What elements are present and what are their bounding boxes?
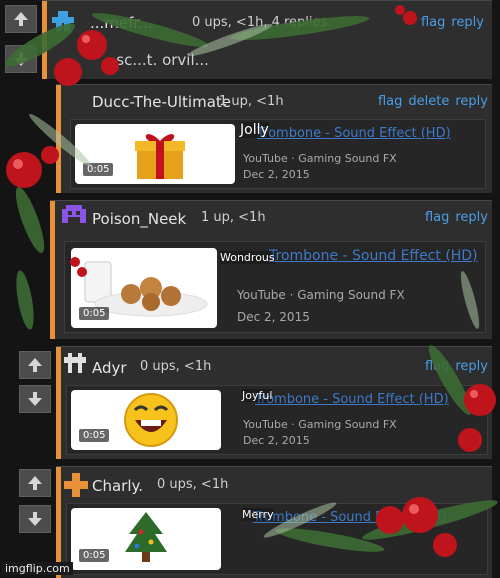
comment-meta: 1 up, <1h <box>219 94 284 109</box>
downvote-button[interactable] <box>19 505 51 533</box>
comment-text: ...sc...t. orvil... <box>102 51 209 69</box>
downvote-arrow-icon <box>28 512 42 526</box>
comment-card: Charly. 0 ups, <1h 0:05 Trombone - Sound… <box>56 466 492 578</box>
comment-card: Adyr 0 ups, <1h flag reply 0:05 Trombone … <box>56 346 492 459</box>
video-thumbnail[interactable]: 0:05 <box>71 508 221 570</box>
comment-card: Poison_Neek 1 up, <1h flag reply 0:05 Tro… <box>50 200 492 339</box>
upvote-arrow-icon <box>28 476 42 490</box>
video-embed[interactable]: 0:05 Trombone - Sound Effect (HD) YouTub… <box>66 385 488 455</box>
downvote-arrow-icon <box>28 392 42 406</box>
reply-link[interactable]: reply <box>451 15 484 30</box>
video-thumbnail[interactable]: 0:05 <box>71 390 221 450</box>
caption-label: Jolly <box>240 122 269 138</box>
comment-actions: flag reply <box>419 210 488 225</box>
video-duration: 0:05 <box>79 307 110 320</box>
video-embed[interactable]: 0:05 Trombone - Sound Effect (HD) <box>66 503 488 575</box>
downvote-arrow-icon <box>14 52 28 66</box>
upvote-button[interactable] <box>19 469 51 497</box>
comment-actions: flag reply <box>419 359 488 374</box>
video-thumbnail[interactable]: 0:05 <box>75 124 235 184</box>
gift-icon <box>135 134 185 179</box>
comment-username[interactable]: Charly. <box>92 477 143 495</box>
video-title[interactable]: Trombone - Sound Effect (HD) <box>255 392 483 407</box>
pixel-avatar-icon <box>64 473 88 497</box>
video-date: Dec 2, 2015 <box>237 310 310 324</box>
flag-link[interactable]: flag <box>421 15 445 30</box>
video-title[interactable]: Trombone - Sound Effect (HD) <box>253 510 483 525</box>
downvote-button[interactable] <box>5 45 37 73</box>
caption-label: Merry <box>242 508 274 521</box>
upvote-arrow-icon <box>28 358 42 372</box>
reply-link[interactable]: reply <box>455 94 488 109</box>
comment-accent-bar <box>50 201 55 339</box>
video-source: YouTube · Gaming Sound FX <box>243 418 397 431</box>
comment-username[interactable]: Adyr <box>92 359 127 377</box>
comment-username[interactable]: Poison_Neek <box>92 210 186 228</box>
video-duration: 0:05 <box>79 549 110 562</box>
reply-link[interactable]: reply <box>455 359 488 374</box>
comment-username[interactable]: ...mefr... <box>90 14 153 32</box>
caption-label: Wondrous <box>220 251 275 264</box>
caption-label: Joyful <box>242 389 273 402</box>
downvote-button[interactable] <box>19 385 51 413</box>
comment-accent-bar <box>56 85 61 193</box>
comment-meta: 0 ups, <1h <box>140 359 212 374</box>
pixel-avatar-icon <box>52 11 74 31</box>
upvote-arrow-icon <box>14 12 28 26</box>
video-thumbnail[interactable]: 0:05 <box>71 248 217 328</box>
comment-card: Ducc-The-Ultimate 1 up, <1h flag delete re… <box>56 84 492 193</box>
reply-link[interactable]: reply <box>455 210 488 225</box>
comment-actions: flag delete reply <box>372 94 488 109</box>
comment-accent-bar <box>56 347 61 459</box>
video-source: YouTube · Gaming Sound FX <box>237 288 405 302</box>
video-date: Dec 2, 2015 <box>243 168 310 181</box>
comment-meta: 0 ups, <1h, 4 replies <box>192 15 328 30</box>
upvote-button[interactable] <box>19 351 51 379</box>
comment-username[interactable]: Ducc-The-Ultimate <box>92 93 231 111</box>
video-duration: 0:05 <box>79 429 110 442</box>
video-embed[interactable]: 0:05 Trombone - Sound Effect (HD) YouTub… <box>64 241 486 333</box>
video-embed[interactable]: 0:05 Trombone - Sound Effect (HD) YouTub… <box>70 119 486 189</box>
comment-meta: 0 ups, <1h <box>157 477 229 492</box>
upvote-button[interactable] <box>5 5 37 33</box>
video-date: Dec 2, 2015 <box>243 434 310 447</box>
pixel-avatar-icon <box>64 353 86 373</box>
comment-actions: flag reply <box>415 15 484 30</box>
video-title[interactable]: Trombone - Sound Effect (HD) <box>257 126 481 141</box>
comment-meta: 1 up, <1h <box>201 210 266 225</box>
christmas-tree-icon <box>125 512 167 562</box>
watermark: imgflip.com <box>2 562 73 575</box>
comment-accent-bar <box>42 1 47 79</box>
flag-link[interactable]: flag <box>425 210 449 225</box>
pixel-avatar-icon <box>62 205 86 223</box>
comment-card: ...mefr... 0 ups, <1h, 4 replies flag rep… <box>42 0 492 79</box>
video-duration: 0:05 <box>83 163 114 176</box>
delete-link[interactable]: delete <box>408 94 449 109</box>
video-title[interactable]: Trombone - Sound Effect (HD) <box>269 248 481 264</box>
flag-link[interactable]: flag <box>425 359 449 374</box>
flag-link[interactable]: flag <box>378 94 402 109</box>
video-source: YouTube · Gaming Sound FX <box>243 152 397 165</box>
laughing-emoji-icon <box>124 393 178 447</box>
